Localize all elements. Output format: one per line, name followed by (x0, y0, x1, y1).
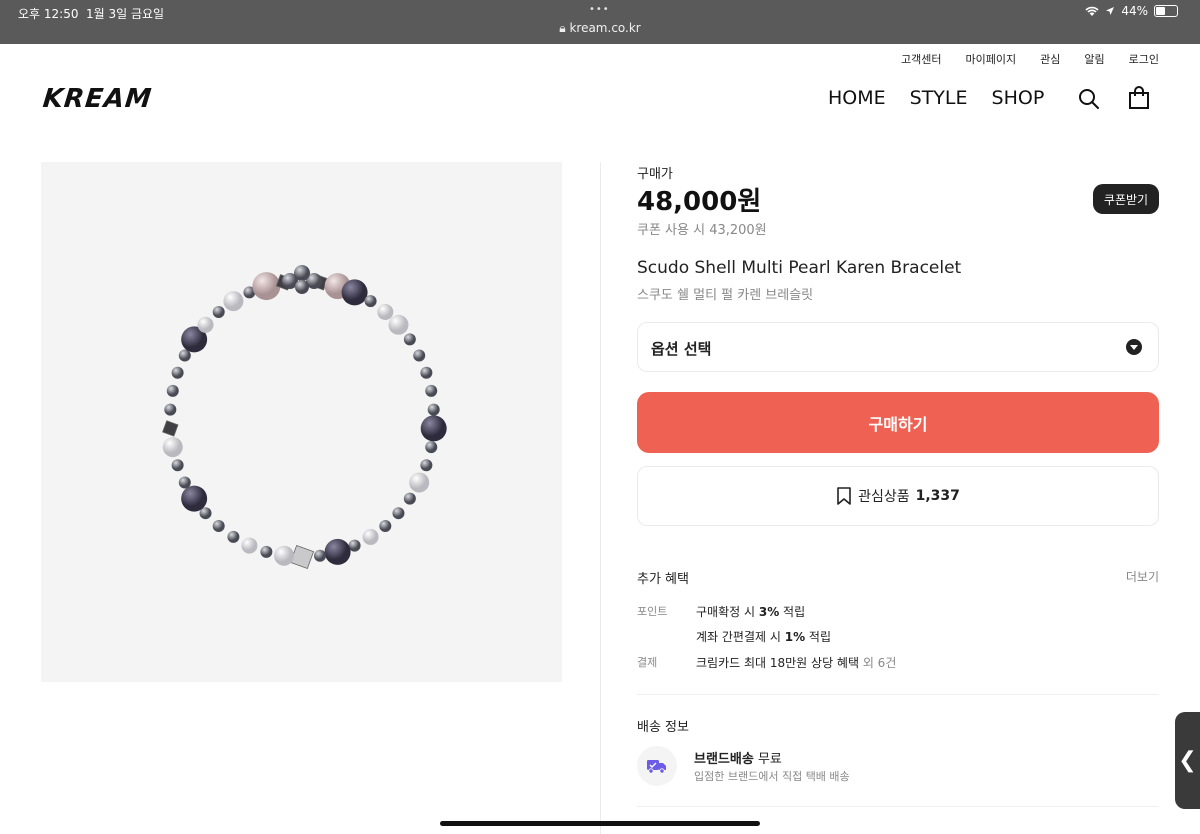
benefit-point-1: 구매확정 시 3% 적립 (696, 605, 806, 619)
bracelet-bead (403, 492, 416, 505)
product-image[interactable] (41, 162, 562, 682)
bracelet-bead (364, 295, 377, 308)
status-indicators: 44% (1085, 4, 1178, 18)
bracelet-bead (403, 333, 416, 346)
coupon-price: 쿠폰 사용 시 43,200원 (637, 223, 767, 238)
side-panel-handle[interactable]: ❮ (1175, 712, 1200, 809)
bracelet-bead (413, 349, 426, 362)
bracelet-image (162, 265, 447, 570)
bracelet-bead (379, 520, 392, 533)
nav-style[interactable]: STYLE (910, 87, 968, 109)
benefit-point-2: 계좌 간편결제 시 1% 적립 (696, 630, 832, 644)
bracelet-bead (212, 520, 225, 533)
bracelet-bead (324, 538, 351, 565)
wifi-icon (1085, 6, 1099, 16)
price: 48,000원 (637, 187, 762, 217)
bracelet-bead (362, 528, 379, 545)
bookmark-icon (837, 487, 851, 505)
utility-customer-center[interactable]: 고객센터 (901, 51, 941, 67)
benefit-payment: 크림카드 최대 18만원 상당 혜택 외 6건 (696, 656, 897, 670)
url-bar[interactable]: 🔒︎ kream.co.kr (0, 21, 1200, 36)
chevron-down-icon (1126, 339, 1142, 355)
benefits-title: 추가 혜택 (637, 572, 689, 587)
bracelet-bead (420, 366, 433, 379)
url-text: kream.co.kr (569, 21, 641, 35)
option-select-label: 옵션 선택 (651, 340, 712, 358)
home-indicator[interactable] (440, 821, 760, 826)
bracelet-bead (313, 549, 326, 562)
bracelet-bead (274, 545, 295, 566)
bracelet-bead (162, 420, 179, 437)
bracelet-bead (166, 384, 179, 397)
bracelet-bead (420, 415, 447, 442)
benefits-more-link[interactable]: 더보기 (1126, 568, 1159, 585)
status-time: 오후 12:50 (18, 7, 79, 21)
shopping-bag-icon[interactable] (1127, 86, 1151, 110)
option-select[interactable]: 옵션 선택 (637, 322, 1159, 372)
nav-shop[interactable]: SHOP (992, 87, 1045, 109)
bracelet-bead (241, 537, 258, 554)
location-icon (1106, 7, 1115, 15)
bracelet-bead (212, 305, 225, 318)
bracelet-bead (409, 472, 430, 493)
search-icon[interactable] (1078, 88, 1100, 110)
bracelet-bead (197, 316, 214, 333)
bracelet-bead (181, 485, 208, 512)
bracelet-bead (260, 545, 273, 558)
utility-nav: 고객센터 마이페이지 관심 알림 로그인 (901, 51, 1159, 67)
wishlist-count: 1,337 (915, 488, 960, 504)
shipping-title: 배송 정보 (637, 720, 689, 735)
delivery-truck-icon (637, 746, 677, 786)
bracelet-bead (171, 366, 184, 379)
wishlist-button[interactable]: 관심상품 1,337 (637, 466, 1159, 526)
nav-home[interactable]: HOME (828, 87, 886, 109)
status-bar: 오후 12:50 1월 3일 금요일 ••• 🔒︎ kream.co.kr 44… (0, 0, 1200, 44)
bracelet-bead (162, 437, 183, 458)
bracelet-bead (341, 279, 368, 306)
bracelet-bead (392, 507, 405, 520)
shipping-description: 입점한 브랜드에서 직접 택배 배송 (694, 770, 850, 783)
status-date: 1월 3일 금요일 (86, 7, 165, 21)
product-name-ko: 스쿠도 쉘 멀티 펄 카렌 브레슬릿 (637, 288, 814, 303)
bracelet-bead (425, 384, 438, 397)
product-name-en: Scudo Shell Multi Pearl Karen Bracelet (637, 258, 962, 278)
section-divider (637, 694, 1159, 695)
utility-wishlist[interactable]: 관심 (1040, 51, 1060, 67)
bracelet-bead (377, 303, 394, 320)
multitask-dots-icon[interactable]: ••• (589, 4, 610, 15)
bracelet-bead (420, 459, 433, 472)
bracelet-bead (425, 441, 438, 454)
bracelet-bead (178, 476, 191, 489)
shipping-method: 브랜드배송 무료 (694, 752, 782, 767)
bracelet-bead (427, 403, 440, 416)
buy-button[interactable]: 구매하기 (637, 392, 1159, 453)
section-divider-bottom (637, 806, 1159, 807)
column-divider (600, 162, 601, 834)
lock-icon: 🔒︎ (559, 21, 566, 35)
benefit-key-payment: 결제 (637, 656, 658, 669)
utility-login[interactable]: 로그인 (1129, 51, 1159, 67)
utility-notifications[interactable]: 알림 (1084, 51, 1104, 67)
bracelet-bead (223, 291, 244, 312)
price-label: 구매가 (637, 167, 673, 182)
bracelet-bead (164, 403, 177, 416)
bracelet-bead (171, 459, 184, 472)
bracelet-bead (227, 530, 240, 543)
wishlist-label: 관심상품 (858, 489, 910, 505)
main-nav: HOME STYLE SHOP (828, 87, 1044, 109)
kream-logo[interactable]: KREAM (41, 84, 153, 114)
bracelet-bead (388, 314, 409, 335)
battery-percent: 44% (1121, 4, 1148, 18)
benefit-key-point: 포인트 (637, 605, 668, 618)
battery-icon (1154, 5, 1178, 17)
battery-level (1156, 7, 1165, 15)
utility-my-page[interactable]: 마이페이지 (966, 51, 1017, 67)
coupon-button[interactable]: 쿠폰받기 (1093, 184, 1159, 214)
